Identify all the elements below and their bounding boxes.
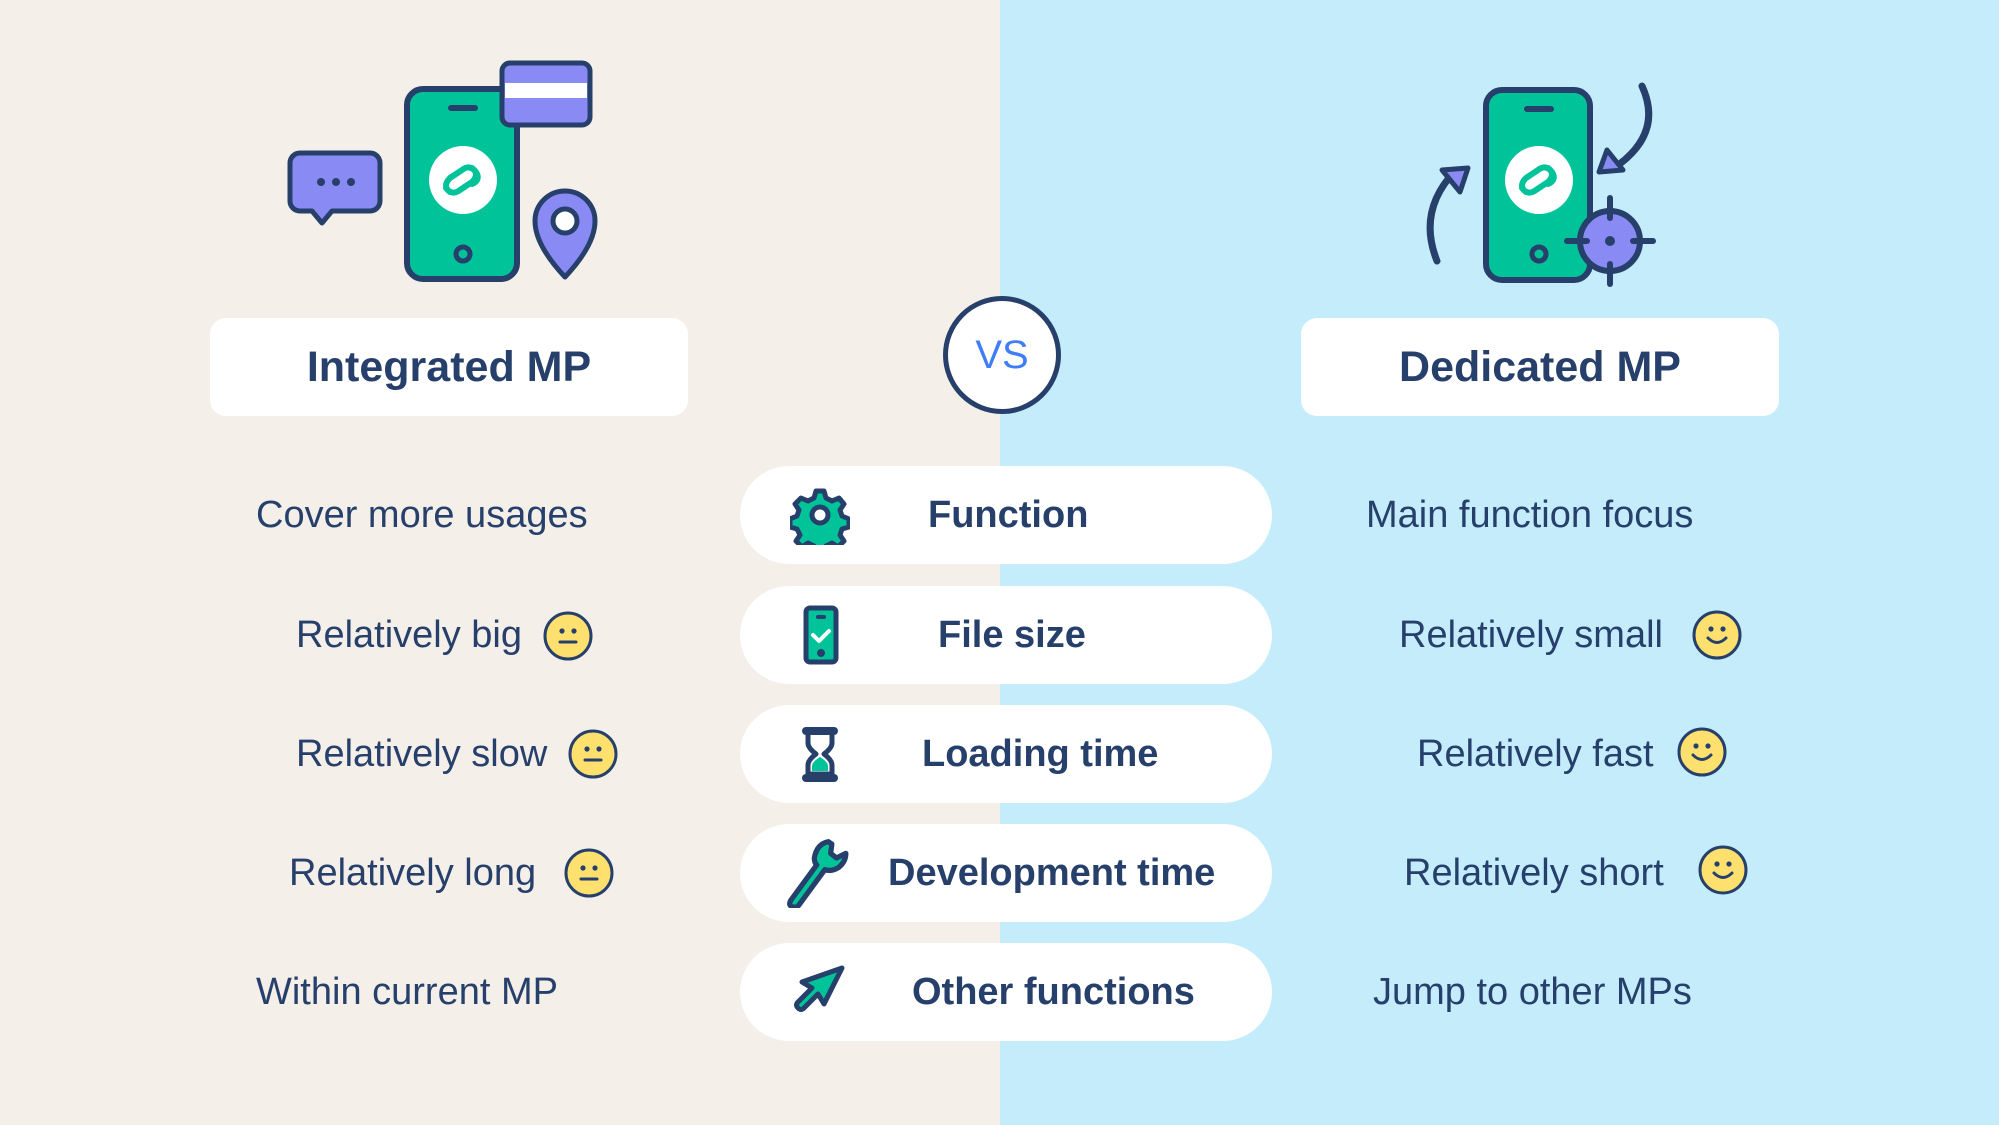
left-item-function: Cover more usages <box>256 494 588 536</box>
integrated-mp-title-text: Integrated MP <box>306 342 592 391</box>
right-item-function: Main function focus <box>1366 494 1694 536</box>
left-item-other-functions: Within current MP <box>256 971 558 1013</box>
curved-arrow-up-icon <box>1426 165 1471 265</box>
criteria-label-file-size: File size <box>938 613 1086 656</box>
right-item-other-functions: Jump to other MPs <box>1373 971 1692 1013</box>
smile-face-icon <box>1677 727 1727 777</box>
criteria-pill-other-functions: Other functions <box>740 943 1272 1041</box>
criteria-pill-function: Function <box>740 466 1272 564</box>
phone-check-icon <box>803 605 839 665</box>
vs-label: VS <box>975 332 1029 377</box>
right-item-file-size: Relatively small <box>1399 614 1663 656</box>
chat-bubble-icon <box>287 150 383 226</box>
right-item-loading-time: Relatively fast <box>1417 733 1654 775</box>
right-item-development-time: Relatively short <box>1404 852 1664 894</box>
wrench-icon <box>787 839 849 908</box>
dedicated-mp-title: Dedicated MP <box>1301 318 1779 416</box>
neutral-face-icon <box>543 611 593 661</box>
neutral-face-icon <box>564 848 614 898</box>
neutral-face-icon <box>568 729 618 779</box>
vs-badge: VS <box>943 296 1061 414</box>
location-pin-icon <box>532 188 598 280</box>
criteria-label-development-time: Development time <box>888 851 1216 894</box>
left-item-development-time: Relatively long <box>289 852 537 894</box>
criteria-label-other-functions: Other functions <box>912 970 1195 1013</box>
credit-card-icon <box>499 60 593 128</box>
phone-with-chat-card-location-icon <box>287 60 598 282</box>
criteria-label-loading-time: Loading time <box>922 732 1159 775</box>
criteria-label-function: Function <box>928 493 1089 536</box>
hourglass-icon <box>802 727 838 782</box>
criteria-pill-development-time: Development time <box>740 824 1272 922</box>
integrated-mp-title: Integrated MP <box>210 318 688 416</box>
phone-icon <box>1483 87 1593 283</box>
left-item-loading-time: Relatively slow <box>296 733 548 775</box>
gear-icon <box>790 488 850 545</box>
phone-with-arrows-target-icon <box>1426 82 1656 287</box>
arrow-cursor-icon <box>794 965 845 1012</box>
smile-face-icon <box>1698 845 1748 895</box>
smile-face-icon <box>1692 610 1742 660</box>
left-item-file-size: Relatively big <box>296 614 522 656</box>
criteria-pill-loading-time: Loading time <box>740 705 1272 803</box>
dedicated-mp-title-text: Dedicated MP <box>1399 342 1681 391</box>
curved-arrow-down-icon <box>1596 82 1653 175</box>
criteria-pill-file-size: File size <box>740 586 1272 684</box>
